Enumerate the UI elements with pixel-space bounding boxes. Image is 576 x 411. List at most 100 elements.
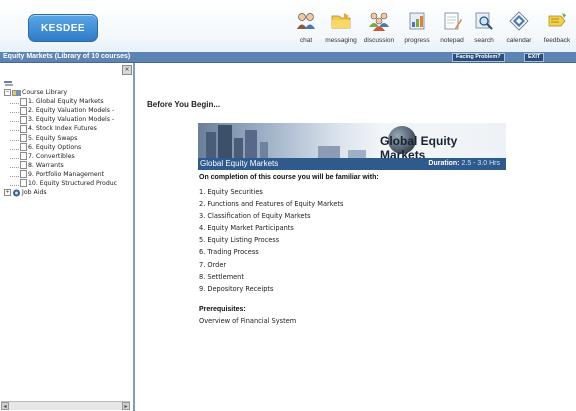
tree-root-label: Course Library	[22, 89, 68, 97]
tree-course-item[interactable]: 3. Equity Valuation Models -	[4, 115, 117, 124]
document-icon	[20, 134, 27, 143]
tree-course-item[interactable]: 2. Equity Valuation Models -	[4, 106, 117, 115]
toolbar-chat-button[interactable]: chat	[291, 4, 321, 48]
objective-item: 4. Equity Market Participants	[199, 224, 294, 233]
library-icon	[12, 89, 21, 96]
toolbar-progress-label: progress	[404, 37, 430, 44]
duration-label: Duration:	[428, 160, 460, 167]
course-duration: Duration: 2.5 - 3.0 Hrs	[428, 158, 500, 170]
toolbar: chat messaging discussion progress notep…	[290, 4, 576, 48]
collapse-toggle-icon[interactable]: −	[4, 89, 11, 97]
tree-course-label: 9. Portfolio Management	[28, 170, 105, 178]
toolbar-notepad-button[interactable]: notepad	[437, 4, 467, 48]
app-header: KESDEE chat messaging discussion progres…	[0, 0, 576, 53]
toolbar-notepad-label: notepad	[440, 37, 464, 44]
progress-icon	[409, 12, 425, 30]
tree-course-item[interactable]: 9. Portfolio Management	[4, 170, 117, 179]
document-icon	[20, 179, 27, 188]
objective-item: 5. Equity Listing Process	[199, 236, 280, 245]
toolbar-feedback-label: feedback	[543, 37, 571, 44]
tree-connector	[10, 136, 19, 141]
job-aids-label: Job Aids	[22, 189, 47, 197]
tree-course-label: 8. Warrants	[28, 161, 64, 169]
tree-course-label: 4. Stock Index Futures	[28, 125, 97, 133]
course-title-bar: Equity Markets (Library of 10 courses) F…	[0, 52, 576, 63]
calendar-icon	[509, 11, 529, 31]
tree-course-item[interactable]: 6. Equity Options	[4, 143, 117, 152]
objective-item: 6. Trading Process	[199, 248, 259, 257]
notepad-icon	[444, 12, 462, 30]
collapse-pane-button[interactable]: ×	[122, 65, 132, 75]
search-icon	[475, 12, 493, 30]
tree-course-label: 3. Equity Valuation Models -	[28, 116, 115, 124]
document-icon	[20, 124, 27, 133]
discussion-icon	[369, 12, 389, 31]
toolbar-calendar-label: calendar	[506, 37, 532, 44]
banner-course-name: Global Equity Markets	[200, 159, 279, 168]
exit-button[interactable]: EXIT	[524, 53, 545, 62]
document-icon	[20, 97, 27, 106]
tree-course-label: 10. Equity Structured Produc	[28, 179, 118, 187]
scroll-right-icon[interactable]: ▸	[122, 402, 130, 410]
tree-connector	[10, 163, 19, 168]
library-title: Equity Markets (Library of 10 courses)	[3, 53, 131, 60]
banner-image: Global Equity Markets	[198, 123, 506, 158]
scroll-left-icon[interactable]: ◂	[1, 402, 9, 410]
tree-connector	[10, 126, 19, 132]
toolbar-discussion-button[interactable]: discussion	[361, 4, 397, 48]
objective-item: 1. Equity Securities	[199, 188, 263, 196]
expand-toggle-icon[interactable]: +	[4, 189, 11, 197]
toolbar-feedback-button[interactable]: feedback	[539, 4, 575, 48]
document-icon	[20, 106, 27, 115]
tree-connector	[10, 117, 19, 123]
prerequisites-heading: Prerequisites:	[199, 306, 246, 313]
toolbar-search-button[interactable]: search	[469, 4, 499, 48]
folder-icon	[331, 13, 351, 29]
tree-root-icon-row	[4, 79, 117, 88]
facing-problem-button[interactable]: Facing Problem?	[452, 53, 505, 62]
tree-course-label: 1. Global Equity Markets	[28, 98, 104, 106]
tree-connector	[10, 145, 19, 150]
tree-course-label: 7. Convertibles	[28, 152, 75, 160]
tree-connector	[10, 181, 19, 186]
kesdee-logo[interactable]: KESDEE	[28, 14, 98, 42]
document-icon	[20, 115, 27, 124]
document-icon	[20, 161, 27, 170]
toolbar-calendar-button[interactable]: calendar	[501, 4, 537, 48]
course-tree-pane: × − Course Library 1. Global Equity Mark…	[0, 63, 135, 411]
tree-horizontal-scrollbar[interactable]: ◂ ▸	[1, 401, 130, 410]
toolbar-messaging-button[interactable]: messaging	[323, 4, 359, 48]
book-stack-icon	[4, 81, 13, 86]
tree-job-aids[interactable]: + Job Aids	[4, 188, 117, 197]
tree-course-item[interactable]: 1. Global Equity Markets	[4, 97, 117, 106]
duration-value: 2.5 - 3.0 Hrs	[461, 160, 500, 167]
tree-course-item[interactable]: 10. Equity Structured Produc	[4, 179, 117, 188]
toolbar-search-label: search	[474, 37, 494, 44]
document-icon	[20, 143, 27, 152]
toolbar-discussion-label: discussion	[363, 37, 395, 44]
document-icon	[20, 152, 27, 161]
tree-connector	[10, 99, 19, 105]
tree-course-item[interactable]: 8. Warrants	[4, 161, 117, 170]
objective-item: 2. Functions and Features of Equity Mark…	[199, 200, 344, 209]
tree-connector	[10, 108, 19, 114]
objective-item: 7. Order	[199, 260, 227, 269]
objective-item: 8. Settlement	[199, 272, 244, 281]
tree-connector	[10, 172, 19, 177]
job-aids-icon	[13, 189, 20, 197]
toolbar-progress-button[interactable]: progress	[399, 4, 435, 48]
before-you-begin-heading: Before You Begin...	[147, 100, 221, 109]
tree-course-library[interactable]: − Course Library	[4, 88, 117, 97]
feedback-icon	[548, 13, 566, 27]
banner-info-bar: Global Equity Markets Duration: 2.5 - 3.…	[198, 158, 506, 170]
toolbar-chat-label: chat	[299, 37, 313, 44]
tree-course-item[interactable]: 4. Stock Index Futures	[4, 124, 117, 133]
tree-course-label: 5. Equity Swaps	[28, 134, 78, 142]
toolbar-messaging-label: messaging	[325, 37, 357, 44]
tree-course-item[interactable]: 5. Equity Swaps	[4, 133, 117, 143]
course-content: Before You Begin... Global Equity Market…	[135, 63, 576, 411]
tree-course-item[interactable]: 7. Convertibles	[4, 152, 117, 161]
prerequisites-text: Overview of Financial System	[199, 317, 297, 325]
chat-icon	[297, 13, 315, 29]
tree-course-label: 6. Equity Options	[28, 143, 82, 151]
